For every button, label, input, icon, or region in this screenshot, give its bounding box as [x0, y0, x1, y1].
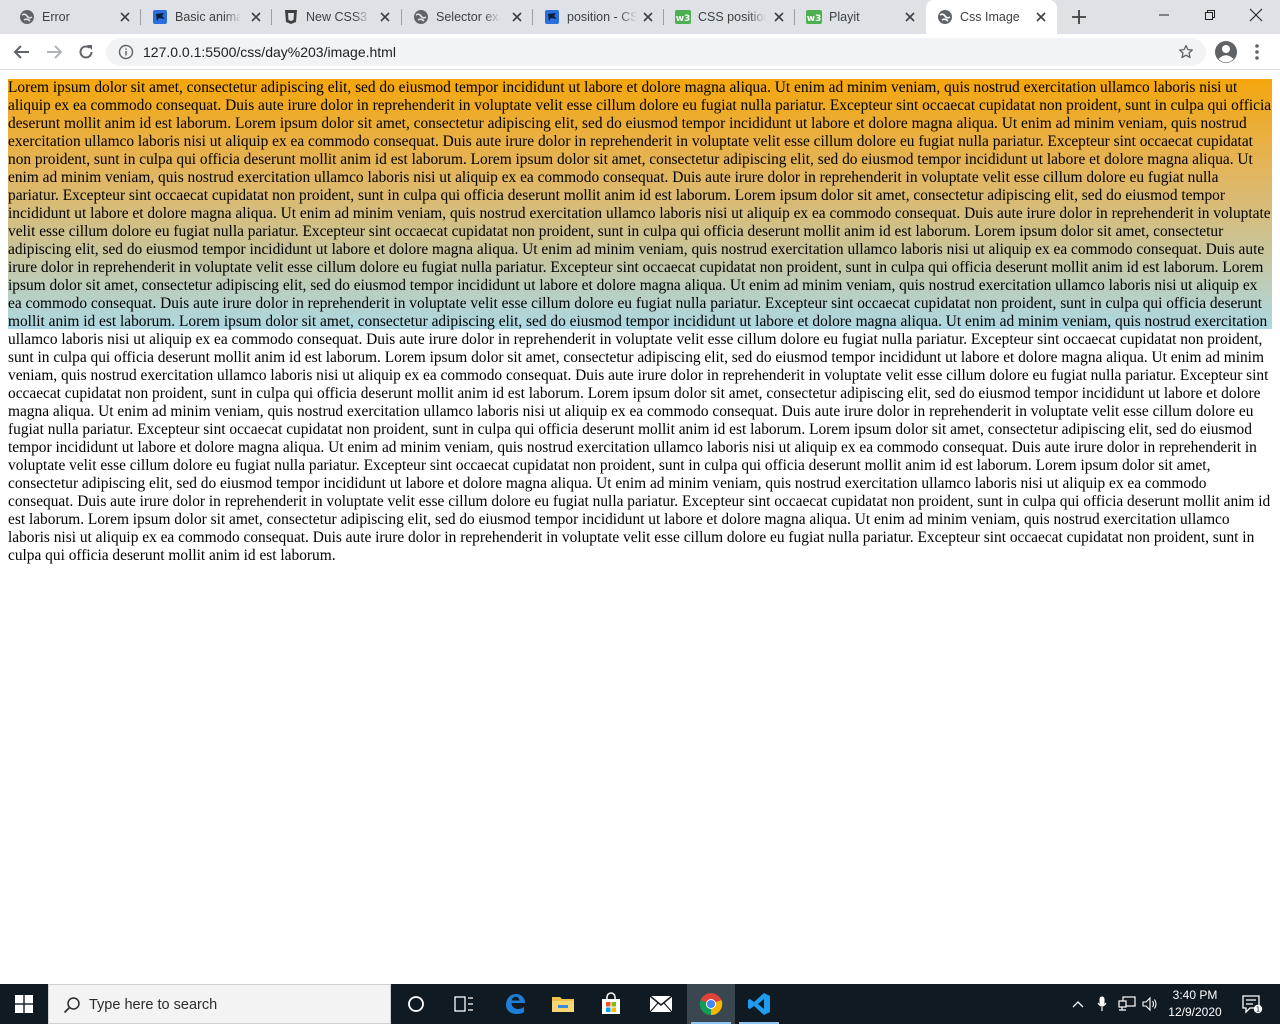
- tab-basic-animation[interactable]: Basic animat: [141, 0, 272, 34]
- mail-button[interactable]: [637, 984, 685, 1024]
- store-button[interactable]: [587, 984, 635, 1024]
- bookmark-star-icon[interactable]: [1178, 44, 1194, 60]
- close-icon[interactable]: [249, 10, 263, 24]
- svg-text:w3: w3: [807, 14, 822, 24]
- tab-selector-example[interactable]: Selector exa: [402, 0, 533, 34]
- tab-title: CSS position: [698, 10, 766, 24]
- close-icon: [1249, 8, 1263, 22]
- file-explorer-button[interactable]: [539, 984, 587, 1024]
- tab-title: New CSS3 Fe: [306, 10, 370, 24]
- close-icon[interactable]: [118, 10, 132, 24]
- tab-title: Css Image: [960, 10, 1020, 24]
- tab-title: Selector exa: [436, 10, 500, 24]
- info-icon[interactable]: [118, 44, 134, 60]
- search-icon: [63, 997, 80, 1014]
- close-window-button[interactable]: [1233, 0, 1279, 30]
- tab-position-css[interactable]: position - CS: [533, 0, 664, 34]
- edge-icon: [506, 994, 525, 1014]
- restore-button[interactable]: [1187, 0, 1233, 30]
- new-tab-icon[interactable]: [1068, 6, 1090, 28]
- close-icon[interactable]: [510, 10, 524, 24]
- page-viewport: Lorem ipsum dolor sit amet, consectetur …: [0, 70, 1280, 984]
- globe-icon: [414, 10, 428, 24]
- chrome-icon: [699, 993, 723, 1016]
- start-button[interactable]: [0, 984, 48, 1024]
- minimize-button[interactable]: [1141, 0, 1187, 30]
- edge-button[interactable]: [491, 984, 539, 1024]
- windows-logo-icon: [15, 995, 33, 1013]
- w3-icon: w3: [675, 10, 691, 24]
- cortana-icon: [408, 996, 424, 1012]
- network-icon: [1118, 996, 1136, 1011]
- search-placeholder: Type here to search: [89, 997, 218, 1013]
- forward-button[interactable]: [42, 40, 66, 64]
- tab-title: Error: [42, 10, 70, 24]
- cortana-button[interactable]: [392, 984, 440, 1024]
- reload-icon: [79, 45, 93, 59]
- close-icon[interactable]: [903, 10, 917, 24]
- lorem-paragraph: Lorem ipsum dolor sit amet, consectetur …: [8, 79, 1272, 564]
- site-bird-icon: [545, 10, 559, 24]
- close-icon[interactable]: [1034, 10, 1048, 24]
- clock-time: 3:40 PM: [1172, 988, 1218, 1002]
- svg-text:w3: w3: [676, 14, 691, 24]
- close-icon[interactable]: [772, 10, 786, 24]
- menu-kebab-icon[interactable]: [1252, 42, 1262, 62]
- tab-strip: Error Basic animat New CSS3 Fe Selector …: [0, 0, 1280, 34]
- notification-count: 1: [1256, 1006, 1260, 1014]
- globe-icon: [20, 10, 34, 24]
- site-bird-icon: [153, 10, 167, 24]
- system-clock[interactable]: 3:40 PM 12/9/2020: [1160, 987, 1230, 1021]
- notification-icon: 1: [1242, 995, 1263, 1014]
- vscode-button[interactable]: [735, 984, 783, 1024]
- w3-icon: w3: [806, 10, 822, 24]
- tab-css-position[interactable]: w3 CSS position: [664, 0, 795, 34]
- file-explorer-icon: [552, 997, 574, 1012]
- chrome-button[interactable]: [687, 984, 735, 1024]
- clock-date: 12/9/2020: [1168, 1005, 1222, 1019]
- tab-title: position - CS: [567, 10, 637, 24]
- shield-icon: [285, 10, 297, 24]
- browser-toolbar: 127.0.0.1:5500/css/day%203/image.html: [0, 34, 1280, 70]
- taskbar-search-box[interactable]: Type here to search: [48, 984, 391, 1024]
- restore-icon: [1205, 10, 1215, 20]
- arrow-left-icon: [13, 45, 29, 59]
- profile-avatar-icon[interactable]: [1214, 40, 1238, 64]
- tab-css-image[interactable]: Css Image: [926, 0, 1057, 34]
- minimize-icon: [1159, 14, 1169, 16]
- address-bar[interactable]: 127.0.0.1:5500/css/day%203/image.html: [106, 38, 1206, 66]
- task-view-icon: [454, 996, 473, 1012]
- network-button[interactable]: [1116, 984, 1138, 1024]
- microphone-button[interactable]: [1092, 984, 1112, 1024]
- tab-title: Playit: [829, 10, 860, 24]
- tab-error[interactable]: Error: [8, 0, 141, 34]
- back-button[interactable]: [10, 40, 34, 64]
- action-center-button[interactable]: 1: [1232, 984, 1272, 1024]
- chevron-up-icon: [1072, 1001, 1084, 1008]
- close-icon[interactable]: [378, 10, 392, 24]
- show-hidden-icons-button[interactable]: [1068, 984, 1088, 1024]
- tab-title: Basic animat: [175, 10, 241, 24]
- volume-button[interactable]: [1140, 984, 1160, 1024]
- volume-icon: [1142, 996, 1157, 1012]
- globe-icon: [938, 10, 952, 24]
- windows-taskbar: Type here to search 3:40 PM 12/9/2020 1: [0, 984, 1280, 1024]
- close-icon[interactable]: [641, 10, 655, 24]
- mail-icon: [649, 995, 673, 1013]
- tab-new-css3-features[interactable]: New CSS3 Fe: [272, 0, 402, 34]
- url-text[interactable]: 127.0.0.1:5500/css/day%203/image.html: [143, 44, 396, 60]
- arrow-right-icon: [47, 45, 63, 59]
- microphone-icon: [1097, 996, 1107, 1011]
- vscode-icon: [748, 993, 770, 1015]
- task-view-button[interactable]: [440, 984, 488, 1024]
- reload-button[interactable]: [74, 40, 98, 64]
- store-icon: [602, 992, 620, 1014]
- tab-playit[interactable]: w3 Playit: [795, 0, 926, 34]
